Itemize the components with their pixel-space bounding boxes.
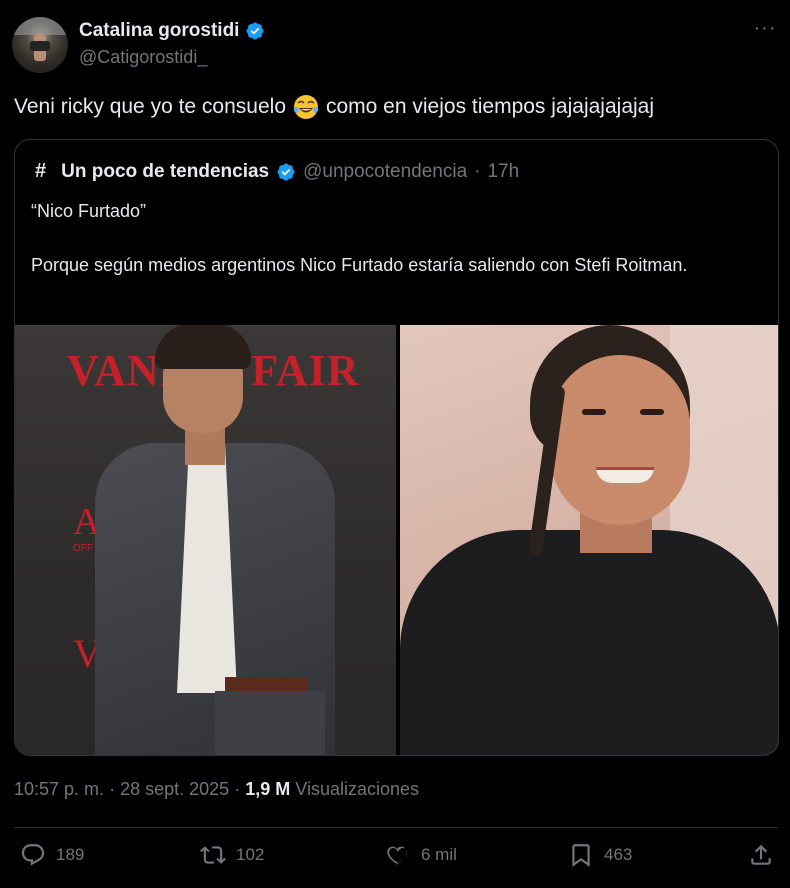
author-name[interactable]: Catalina gorostidi (79, 20, 239, 42)
author-handle[interactable]: @Catigorostidi_ (79, 47, 207, 68)
meta-dot: · (109, 779, 116, 799)
retweet-count: 102 (236, 845, 265, 864)
tweet-date[interactable]: 28 sept. 2025 (120, 779, 229, 799)
woman-eye-left (581, 409, 606, 415)
views-count: 1,9 M (245, 779, 291, 799)
divider (14, 827, 778, 828)
bookmark-icon (572, 844, 590, 867)
tweet-time[interactable]: 10:57 p. m. (14, 779, 104, 799)
man-belt (225, 677, 307, 691)
woman-smile (595, 467, 654, 483)
woman-eye-right (639, 409, 664, 415)
author-name-row: Catalina gorostidi (79, 20, 265, 42)
bookmark-count: 463 (604, 845, 633, 864)
woman-face (549, 355, 690, 525)
reply-icon (21, 844, 45, 866)
tweet-text: Veni ricky que yo te consuelo como en vi… (14, 93, 654, 121)
retweet-button[interactable]: 102 (200, 842, 264, 868)
like-button[interactable]: 6 mil (385, 842, 457, 868)
action-bar: 189 102 6 mil 463 (20, 842, 774, 876)
quote-time: 17h (487, 160, 520, 182)
like-count: 6 mil (421, 845, 457, 864)
quote-header: # Un poco de tendencias @unpocotendencia… (35, 160, 519, 183)
quote-media: VANITY FAIR A OFF V (15, 325, 778, 755)
man-pants (215, 691, 325, 755)
woman-black-top (399, 530, 778, 755)
share-icon (751, 844, 771, 865)
quote-text-line2: Porque según medios argentinos Nico Furt… (31, 255, 688, 275)
quote-text: “Nico Furtado” Porque según medios argen… (31, 198, 762, 306)
meta-dot: · (234, 779, 241, 799)
photo-man-vanity-fair[interactable]: VANITY FAIR A OFF V (15, 325, 396, 755)
avatar[interactable] (12, 17, 68, 73)
quote-author-handle: @unpocotendencia (303, 160, 468, 182)
quoted-tweet[interactable]: # Un poco de tendencias @unpocotendencia… (14, 139, 779, 756)
tweet-header: Catalina gorostidi @Catigorostidi_ ··· (12, 14, 778, 74)
tears-of-joy-emoji-icon (293, 95, 319, 119)
tweet-meta: 10:57 p. m. · 28 sept. 2025 · 1,9 M Visu… (14, 779, 419, 800)
sign-off: OFF (73, 543, 93, 554)
share-button[interactable] (748, 842, 774, 868)
separator-dot: · (474, 160, 481, 182)
heart-icon (387, 846, 407, 865)
photo-woman-smiling[interactable] (399, 325, 778, 755)
tweet-text-part1: Veni ricky que yo te consuelo (14, 95, 286, 118)
hashtag-avatar-icon: # (35, 160, 47, 182)
views-label: Visualizaciones (295, 779, 420, 799)
more-options-icon[interactable]: ··· (752, 18, 778, 42)
quote-author-name: Un poco de tendencias (61, 160, 270, 182)
quote-text-line1: “Nico Furtado” (31, 201, 147, 221)
man-hair (155, 325, 251, 369)
retweet-icon (200, 846, 226, 864)
verified-badge-icon (246, 22, 265, 40)
reply-button[interactable]: 189 (20, 842, 84, 868)
tweet-page: Catalina gorostidi @Catigorostidi_ ··· V… (0, 0, 790, 888)
bookmark-button[interactable]: 463 (568, 842, 632, 868)
reply-count: 189 (56, 845, 85, 864)
tweet-text-part2: como en viejos tiempos jajajajajajaj (326, 95, 655, 118)
verified-badge-icon (277, 162, 295, 181)
